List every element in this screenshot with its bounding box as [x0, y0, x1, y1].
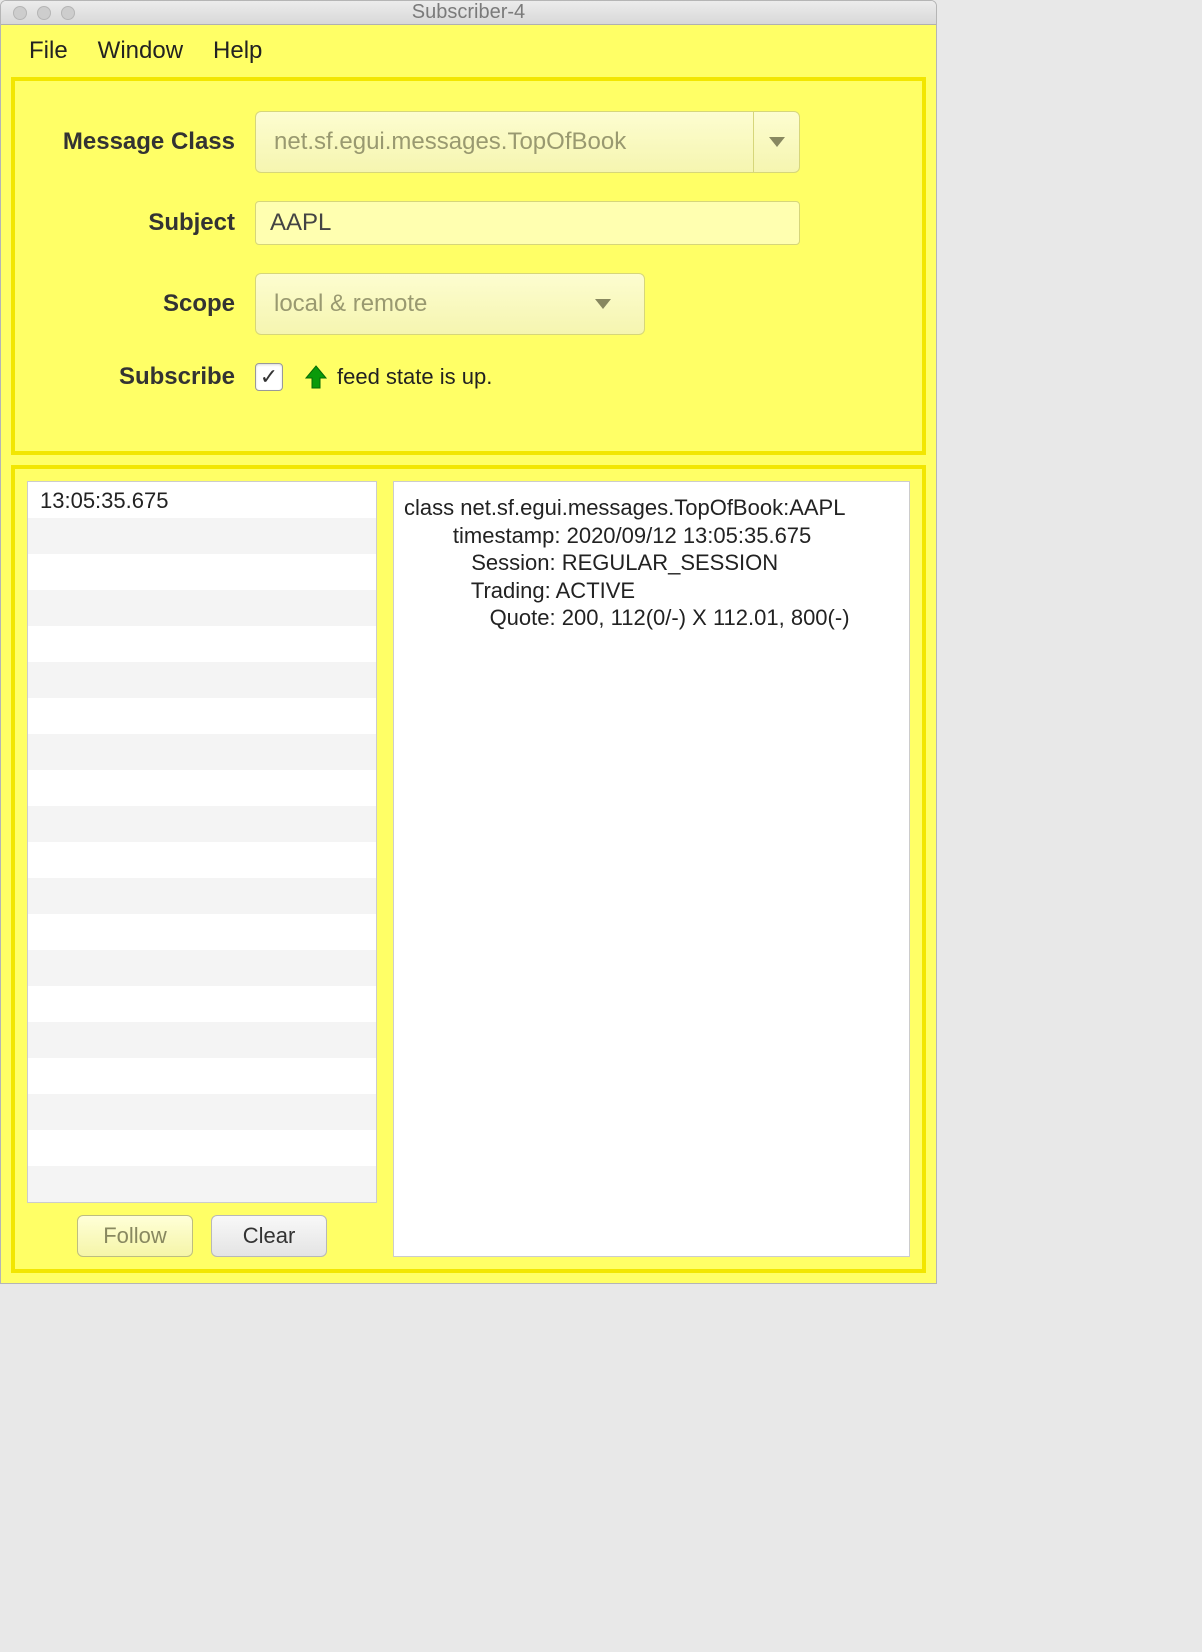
- clear-button[interactable]: Clear: [211, 1215, 327, 1257]
- label-subject: Subject: [45, 209, 255, 237]
- menu-help[interactable]: Help: [213, 37, 262, 65]
- scope-combo[interactable]: local & remote: [255, 273, 645, 335]
- list-item[interactable]: [28, 662, 376, 698]
- subscribe-checkbox[interactable]: ✓: [255, 363, 283, 391]
- button-row: Follow Clear: [27, 1203, 377, 1257]
- arrow-up-icon: [303, 364, 329, 390]
- list-item[interactable]: [28, 590, 376, 626]
- label-scope: Scope: [45, 290, 255, 318]
- list-item[interactable]: [28, 554, 376, 590]
- list-item[interactable]: [28, 626, 376, 662]
- list-item[interactable]: [28, 842, 376, 878]
- label-message-class: Message Class: [45, 128, 255, 156]
- row-scope: Scope local & remote: [45, 273, 892, 335]
- config-panel: Message Class net.sf.egui.messages.TopOf…: [11, 77, 926, 455]
- checkmark-icon: ✓: [260, 366, 278, 388]
- detail-pane[interactable]: class net.sf.egui.messages.TopOfBook:AAP…: [393, 481, 910, 1257]
- list-item[interactable]: [28, 770, 376, 806]
- list-item[interactable]: [28, 1130, 376, 1166]
- list-item[interactable]: [28, 1058, 376, 1094]
- list-item[interactable]: [28, 518, 376, 554]
- window-title: Subscriber-4: [412, 1, 525, 24]
- minimize-icon[interactable]: [37, 6, 51, 20]
- list-item[interactable]: [28, 734, 376, 770]
- row-subscribe: Subscribe ✓ feed state is up.: [45, 363, 892, 391]
- list-item[interactable]: [28, 1022, 376, 1058]
- timestamp-list[interactable]: 13:05:35.675: [27, 481, 377, 1203]
- follow-button[interactable]: Follow: [77, 1215, 193, 1257]
- chevron-down-icon: [580, 299, 626, 309]
- app-body: File Window Help Message Class net.sf.eg…: [1, 25, 936, 1283]
- list-item[interactable]: [28, 914, 376, 950]
- list-item[interactable]: [28, 1094, 376, 1130]
- scope-value: local & remote: [274, 290, 427, 318]
- menu-file[interactable]: File: [29, 37, 68, 65]
- titlebar: Subscriber-4: [1, 1, 936, 25]
- list-item[interactable]: 13:05:35.675: [28, 482, 376, 518]
- message-class-combo[interactable]: net.sf.egui.messages.TopOfBook: [255, 111, 800, 173]
- list-item[interactable]: [28, 950, 376, 986]
- list-item[interactable]: [28, 698, 376, 734]
- list-item[interactable]: [28, 878, 376, 914]
- list-item[interactable]: [28, 986, 376, 1022]
- label-subscribe: Subscribe: [45, 363, 255, 391]
- close-icon[interactable]: [13, 6, 27, 20]
- feed-state-text: feed state is up.: [337, 364, 492, 390]
- list-item[interactable]: [28, 806, 376, 842]
- row-subject: Subject: [45, 201, 892, 245]
- lower-panel: 13:05:35.675 Follow Clear class net.sf.e…: [11, 465, 926, 1273]
- row-message-class: Message Class net.sf.egui.messages.TopOf…: [45, 111, 892, 173]
- menubar: File Window Help: [1, 25, 936, 77]
- list-item[interactable]: [28, 1166, 376, 1202]
- message-class-value: net.sf.egui.messages.TopOfBook: [274, 128, 626, 156]
- menu-window[interactable]: Window: [98, 37, 183, 65]
- app-window: Subscriber-4 File Window Help Message Cl…: [0, 0, 937, 1284]
- left-column: 13:05:35.675 Follow Clear: [27, 481, 377, 1257]
- subject-input[interactable]: [255, 201, 800, 245]
- traffic-lights: [13, 6, 75, 20]
- chevron-down-icon: [753, 112, 799, 172]
- zoom-icon[interactable]: [61, 6, 75, 20]
